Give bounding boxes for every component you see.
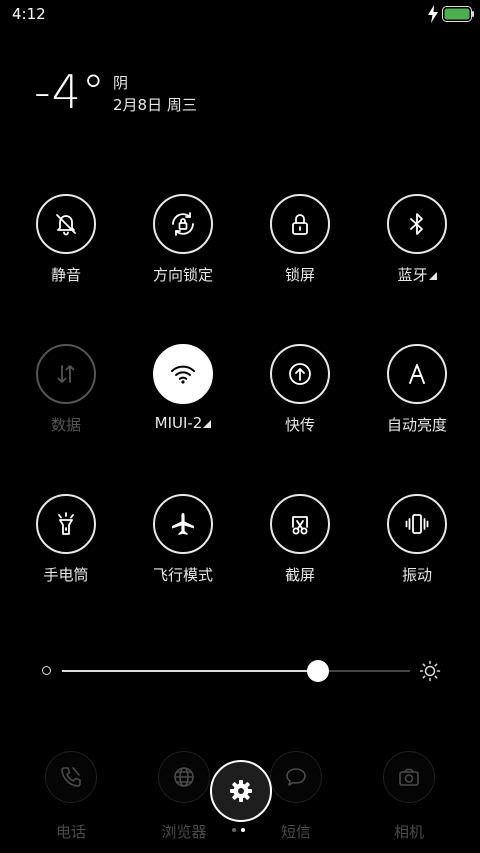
- toggle-circle: [36, 344, 96, 404]
- toggle-rotation-lock[interactable]: 方向锁定: [128, 194, 238, 304]
- dock-camera[interactable]: 相机: [354, 751, 464, 851]
- toggle-circle: [36, 194, 96, 254]
- dock-label: 浏览器: [161, 823, 207, 841]
- toggle-label: 蓝牙: [362, 264, 472, 285]
- status-bar: 4:12: [0, 0, 480, 28]
- toggle-label: 静音: [50, 266, 81, 284]
- toggle-label: 飞行模式: [152, 566, 213, 584]
- toggle-circle: [387, 344, 447, 404]
- screenshot-icon: [292, 516, 308, 535]
- brightness-track[interactable]: [62, 660, 410, 682]
- wifi-icon: [171, 365, 195, 384]
- auto-brightness-icon: [409, 364, 425, 384]
- dock-label: 短信: [280, 823, 311, 841]
- toggle-circle: [270, 494, 330, 554]
- toggle-circle: [153, 344, 213, 404]
- vibrate-icon: [405, 514, 429, 534]
- brightness-fill: [62, 670, 318, 672]
- mobile-data-icon: [57, 365, 75, 383]
- toggle-circle: [387, 194, 447, 254]
- camera-icon: [399, 768, 419, 786]
- toggle-vibrate[interactable]: 振动: [362, 494, 472, 604]
- toggle-circle: [153, 194, 213, 254]
- toggle-circle: [36, 494, 96, 554]
- gear-icon: [230, 780, 252, 802]
- charging-bolt-icon: [428, 5, 438, 23]
- weather-condition: 阴: [113, 74, 129, 92]
- lock-icon: [292, 214, 308, 235]
- settings-button[interactable]: [210, 760, 272, 822]
- toggle-label: 方向锁定: [152, 266, 213, 284]
- toggle-label: 振动: [401, 566, 432, 584]
- dock-phone[interactable]: 电话: [16, 751, 126, 851]
- toggle-auto-brightness[interactable]: 自动亮度: [362, 344, 472, 454]
- toggle-airplane[interactable]: 飞行模式: [128, 494, 238, 604]
- brightness-thumb[interactable]: [306, 660, 329, 682]
- toggle-wifi[interactable]: MIUI-2: [128, 344, 238, 454]
- toggle-label: 快传: [284, 416, 315, 434]
- dock-label: 电话: [55, 823, 86, 841]
- page-indicator: [232, 828, 256, 834]
- dock-circle: [383, 751, 435, 803]
- weather-date: 2月8日 周三: [113, 96, 197, 114]
- toggle-mobile-data[interactable]: 数据: [11, 344, 121, 454]
- toggle-silent[interactable]: 静音: [11, 194, 121, 304]
- bell-off-icon: [56, 214, 76, 236]
- toggle-circle: [270, 194, 330, 254]
- menu-triangle-icon: [203, 420, 212, 428]
- dock-circle: [270, 751, 322, 803]
- phone-icon: [61, 767, 81, 787]
- toggle-circle: [153, 494, 213, 554]
- toggle-label: MIUI-2: [128, 414, 238, 432]
- toggle-label: 截屏: [284, 566, 315, 584]
- battery-icon: [442, 6, 474, 22]
- toggle-label: 手电筒: [43, 566, 89, 584]
- page-dot: [241, 828, 245, 832]
- dock-circle: [45, 751, 97, 803]
- browser-globe-icon: [174, 767, 194, 787]
- quick-transfer-icon: [289, 363, 311, 385]
- toggle-screenshot[interactable]: 截屏: [245, 494, 355, 604]
- brightness-slider[interactable]: [38, 656, 446, 686]
- dock-circle: [158, 751, 210, 803]
- toggle-quick-transfer[interactable]: 快传: [245, 344, 355, 454]
- toggle-label: 锁屏: [284, 266, 315, 284]
- message-icon: [286, 768, 306, 786]
- toggle-lock-screen[interactable]: 锁屏: [245, 194, 355, 304]
- dock-label: 相机: [393, 823, 424, 841]
- toggle-circle: [387, 494, 447, 554]
- menu-triangle-icon: [428, 272, 437, 280]
- toggle-flashlight[interactable]: 手电筒: [11, 494, 121, 604]
- bluetooth-icon: [410, 213, 423, 235]
- weather-temperature: -4°: [34, 65, 106, 119]
- toggle-bluetooth[interactable]: 蓝牙: [362, 194, 472, 304]
- toggle-circle: [270, 344, 330, 404]
- brightness-low-icon: [42, 666, 51, 675]
- flashlight-icon: [58, 512, 74, 535]
- toggle-label: 数据: [50, 416, 81, 434]
- rotation-lock-icon: [172, 212, 194, 236]
- brightness-high-icon: [419, 660, 441, 682]
- status-time: 4:12: [12, 5, 46, 23]
- toggle-label: 自动亮度: [386, 416, 447, 434]
- page-dot: [232, 828, 236, 832]
- airplane-icon: [172, 513, 194, 535]
